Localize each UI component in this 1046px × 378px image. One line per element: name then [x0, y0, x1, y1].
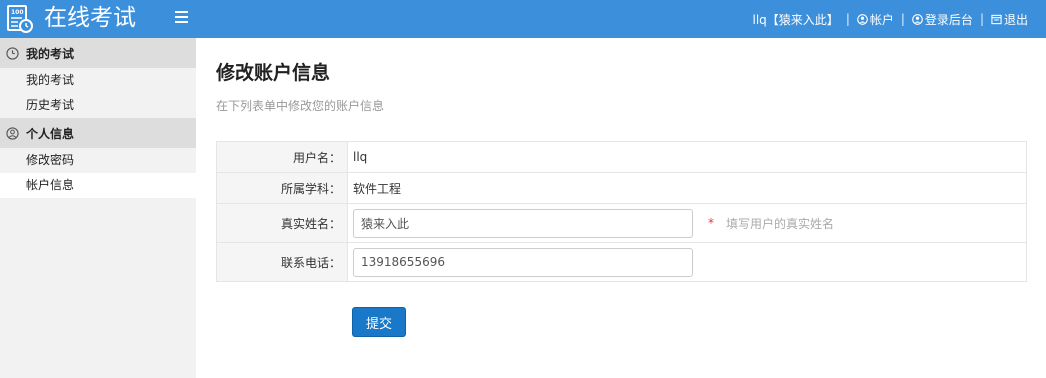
- subject-value: 软件工程: [353, 181, 402, 196]
- sidebar-group-label: 我的考试: [26, 46, 75, 61]
- form-row-realname: 真实姓名： * 填写用户的真实姓名: [217, 204, 1026, 243]
- phone-label: 联系电话：: [217, 243, 348, 281]
- form-row-subject: 所属学科： 软件工程: [217, 173, 1026, 204]
- sidebar: 我的考试 我的考试 历史考试 个人信息 修改密码 帐户信息: [0, 38, 196, 378]
- sidebar-item-exam-history[interactable]: 历史考试: [0, 93, 196, 118]
- page-title: 修改账户信息: [216, 62, 331, 84]
- username-label: 用户名：: [217, 142, 348, 172]
- phone-cell: [348, 243, 1026, 281]
- sidebar-group-label: 个人信息: [26, 126, 75, 141]
- form-row-phone: 联系电话：: [217, 243, 1026, 282]
- phone-input[interactable]: [353, 247, 693, 277]
- hamburger-icon[interactable]: [175, 11, 188, 23]
- realname-cell: * 填写用户的真实姓名: [348, 204, 1026, 242]
- login-backend-link[interactable]: 登录后台: [912, 11, 973, 28]
- realname-label: 真实姓名：: [217, 204, 348, 242]
- exam-logo-icon: 100: [7, 5, 33, 33]
- realname-hint: 填写用户的真实姓名: [726, 216, 835, 231]
- clock-icon: [6, 46, 19, 60]
- user-circle-icon: [857, 13, 868, 25]
- subject-label: 所属学科：: [217, 173, 348, 203]
- nav-separator: |: [900, 12, 905, 26]
- login-backend-label: 登录后台: [924, 12, 973, 27]
- user-name-link[interactable]: llq【猿来入此】: [753, 11, 839, 28]
- username-value: llq: [353, 150, 368, 164]
- svg-text:100: 100: [11, 9, 24, 16]
- sidebar-item-account-info[interactable]: 帐户信息: [0, 173, 196, 198]
- nav-separator: |: [845, 12, 850, 26]
- page-description: 在下列表单中修改您的账户信息: [216, 99, 385, 113]
- sidebar-item-change-password[interactable]: 修改密码: [0, 148, 196, 173]
- main-content: 修改账户信息 在下列表单中修改您的账户信息 用户名： llq 所属学科： 软件工…: [196, 38, 1046, 378]
- submit-button[interactable]: 提交: [352, 307, 406, 337]
- top-nav: llq【猿来入此】 | 帐户 | 登录后台 | 退出: [753, 0, 1028, 38]
- account-link[interactable]: 帐户: [857, 11, 894, 28]
- app-title: 在线考试: [44, 5, 136, 31]
- user-circle-icon: [912, 13, 923, 25]
- account-link-label: 帐户: [869, 12, 894, 27]
- form-row-username: 用户名： llq: [217, 142, 1026, 173]
- logout-icon: [991, 14, 1002, 24]
- nav-separator: |: [979, 12, 984, 26]
- top-header: 100 在线考试 llq【猿来入此】 | 帐户 | 登录后台 | 退出: [0, 0, 1046, 38]
- sidebar-group-my-exams[interactable]: 我的考试: [0, 38, 196, 68]
- realname-input[interactable]: [353, 208, 693, 238]
- user-circle-icon: [6, 126, 19, 140]
- sidebar-group-personal-info[interactable]: 个人信息: [0, 118, 196, 148]
- logout-link[interactable]: 退出: [991, 11, 1028, 28]
- required-marker: *: [708, 216, 714, 230]
- sidebar-item-my-exams[interactable]: 我的考试: [0, 68, 196, 93]
- logout-label: 退出: [1003, 12, 1028, 27]
- account-form: 用户名： llq 所属学科： 软件工程 真实姓名： * 填写用户的真实姓名 联系…: [216, 141, 1027, 282]
